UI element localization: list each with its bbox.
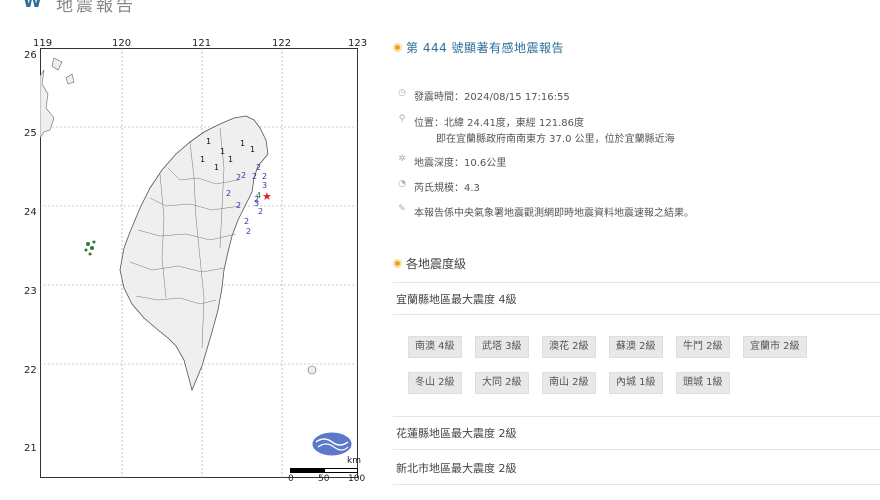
note-row: ✎ 本報告係中央氣象署地震觀測網即時地震資料地震速報之結果。	[396, 204, 694, 219]
station-chip: 南澳 4級	[408, 336, 462, 358]
lon-tick: 122	[272, 38, 292, 49]
clock-icon: ◷	[398, 88, 406, 98]
intensity-label: 2	[256, 163, 261, 172]
intensity-label: 1	[240, 139, 245, 148]
station-chip: 大同 2級	[475, 372, 529, 394]
cwa-logo	[311, 431, 353, 457]
lat-tick: 26	[24, 50, 37, 61]
depth: 地震深度：10.6公里	[414, 158, 507, 169]
scale-tick: 100	[348, 474, 366, 484]
magnitude-row: ◔ 芮氏規模：4.3	[396, 179, 480, 194]
intensity-label: 3	[254, 199, 259, 208]
intensity-label: 3	[262, 181, 267, 190]
fujian-coast	[40, 69, 55, 139]
earthquake-map: 1 1 1 1 1 1 1 2 2 2 2 2 3 2 2 2 2 2 2 4 …	[0, 30, 380, 500]
station-chip: 澳花 2級	[542, 336, 596, 358]
lat-tick: 23	[24, 286, 37, 297]
station-chip: 頭城 1級	[676, 372, 730, 394]
intensity-label: 2	[262, 172, 267, 181]
magnitude: 芮氏規模：4.3	[414, 183, 480, 194]
station-chip: 南山 2級	[542, 372, 596, 394]
lat-tick: 21	[24, 443, 37, 454]
depth-icon: ✲	[398, 154, 406, 164]
station-chip: 冬山 2級	[408, 372, 462, 394]
lon-tick: 120	[112, 38, 132, 49]
report-title-row: 第 444 號顯著有感地震報告	[393, 39, 564, 55]
intensity-label: 1	[220, 147, 225, 156]
bullet-dot-icon	[393, 42, 402, 52]
divider	[393, 449, 880, 450]
lat-tick: 25	[24, 128, 37, 139]
bullet-dot-icon	[393, 258, 402, 268]
taiwan-map: 1 1 1 1 1 1 1 2 2 2 2 2 3 2 2 2 2 2 2 4 …	[40, 48, 358, 478]
intensity-label: 2	[252, 172, 257, 181]
intensity-label: 2	[226, 189, 231, 198]
intensity-label: 2	[244, 217, 249, 226]
intensity-label: 2	[236, 201, 241, 210]
scale-unit: km	[347, 456, 361, 466]
lon-tick: 123	[348, 38, 368, 49]
scale-tick: 0	[288, 474, 294, 484]
county-heading-new-taipei: 新北市地區最大震度 2級	[396, 462, 517, 475]
divider	[393, 314, 880, 315]
divider	[393, 282, 880, 283]
intensity-section-title: 各地震度級	[406, 256, 467, 271]
origin-time: 發震時間：2024/08/15 17:16:55	[414, 92, 570, 103]
location-detail: 即在宜蘭縣政府南南東方 37.0 公里，位於宜蘭縣近海	[436, 134, 675, 145]
intensity-label: 1	[228, 155, 233, 164]
station-chip: 蘇澳 2級	[609, 336, 663, 358]
location-pin-icon: ⚲	[398, 114, 406, 124]
lat-tick: 24	[24, 207, 37, 218]
origin-time-row: ◷ 發震時間：2024/08/15 17:16:55	[396, 88, 570, 103]
lon-tick: 119	[33, 38, 53, 49]
logo-icon: ₩	[23, 0, 42, 12]
divider	[393, 484, 880, 485]
station-chip: 宜蘭市 2級	[743, 336, 807, 358]
county-heading-hualien: 花蓮縣地區最大震度 2級	[396, 427, 517, 440]
report-note: 本報告係中央氣象署地震觀測網即時地震資料地震速報之結果。	[414, 208, 694, 219]
lon-tick: 121	[192, 38, 212, 49]
location-row: ⚲ 位置：北緯 24.41度，東經 121.86度	[396, 114, 584, 129]
location: 位置：北緯 24.41度，東經 121.86度	[414, 118, 584, 129]
station-chip: 內城 1級	[609, 372, 663, 394]
depth-row: ✲ 地震深度：10.6公里	[396, 154, 506, 169]
magnitude-icon: ◔	[398, 179, 406, 189]
scale-tick: 50	[318, 474, 330, 484]
epicenter-star-icon: ★	[262, 190, 272, 203]
intensity-label: 2	[241, 171, 246, 180]
note-icon: ✎	[398, 204, 406, 214]
intensity-label: 1	[200, 155, 205, 164]
divider	[393, 416, 880, 417]
station-chip: 武塔 3級	[475, 336, 529, 358]
intensity-section-title-row: 各地震度級	[393, 255, 466, 271]
intensity-label: 1	[206, 137, 211, 146]
taiwan-island	[119, 115, 269, 392]
intensity-label: 1	[250, 145, 255, 154]
page-heading: 地震報告	[56, 0, 136, 14]
intensity-label: 2	[246, 227, 251, 236]
station-chip: 牛鬥 2級	[676, 336, 730, 358]
intensity-label: 1	[214, 163, 219, 172]
lat-tick: 22	[24, 365, 37, 376]
county-heading-yilan: 宜蘭縣地區最大震度 4級	[396, 293, 517, 306]
scale-bar	[290, 468, 358, 473]
intensity-label: 2	[258, 207, 263, 216]
earthquake-report: 第 444 號顯著有感地震報告 ◷ 發震時間：2024/08/15 17:16:…	[393, 0, 880, 500]
report-title: 第 444 號顯著有感地震報告	[406, 40, 565, 55]
